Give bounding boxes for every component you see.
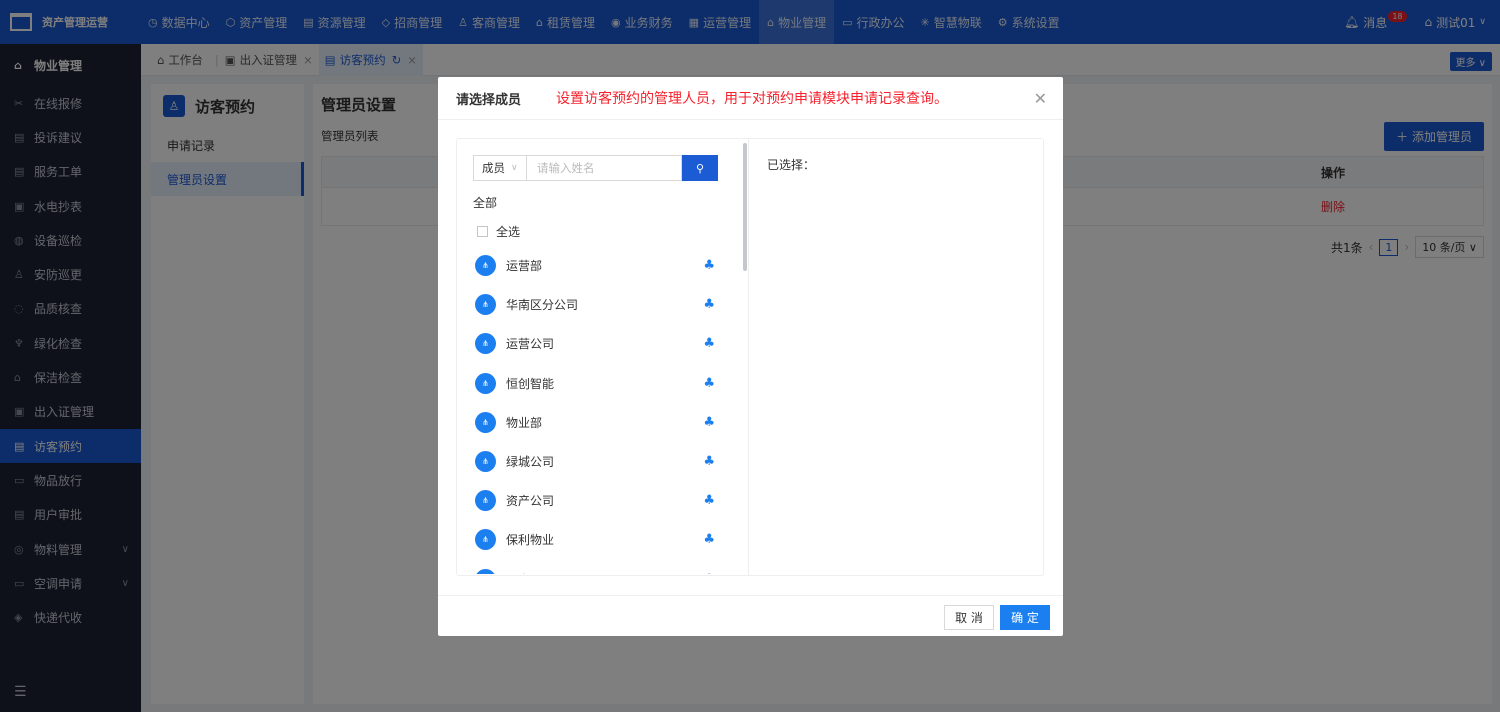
sub-level-icon[interactable]: ♣ bbox=[703, 336, 715, 351]
list-item[interactable]: ⋔罗青♣ bbox=[475, 560, 725, 574]
org-avatar-icon: ⋔ bbox=[475, 451, 496, 473]
org-avatar-icon: ⋔ bbox=[475, 568, 496, 574]
dialog-footer: 取 消 确 定 bbox=[438, 595, 1063, 636]
list-item[interactable]: ⋔ 运营公司 ♣ bbox=[475, 324, 725, 363]
member-select-dialog: 请选择成员 设置访客预约的管理人员，用于对预约申请模块申请记录查询。 ✕ 成员 ∨… bbox=[438, 77, 1063, 636]
cancel-button[interactable]: 取 消 bbox=[944, 605, 994, 630]
sub-level-icon[interactable]: ♣ bbox=[703, 572, 715, 574]
chevron-down-icon: ∨ bbox=[511, 163, 518, 173]
search-scope-select[interactable]: 成员 ∨ bbox=[473, 155, 527, 181]
search-button[interactable]: ⚲ bbox=[682, 155, 718, 181]
member-search: 成员∨ ⚲ bbox=[473, 155, 718, 181]
dialog-note: 设置访客预约的管理人员，用于对预约申请模块申请记录查询。 bbox=[556, 91, 949, 107]
list-item[interactable]: ⋔ 保利物业 ♣ bbox=[475, 520, 725, 559]
sub-level-icon[interactable]: ♣ bbox=[703, 532, 715, 547]
sub-level-icon[interactable]: ♣ bbox=[703, 454, 715, 469]
dialog-title: 请选择成员 bbox=[456, 92, 522, 108]
scrollbar[interactable] bbox=[743, 143, 747, 271]
org-avatar-icon: ⋔ bbox=[475, 490, 496, 512]
breadcrumb-all[interactable]: 全部 bbox=[473, 194, 497, 211]
org-avatar-icon: ⋔ bbox=[475, 255, 496, 277]
member-picker: 成员∨ ⚲ 全部 全选 ⋔运营部♣ ⋔华南区分公司♣ ⋔运营公司♣ ⋔恒创智能♣… bbox=[457, 139, 749, 575]
list-item[interactable]: ⋔ 运营部 ♣ bbox=[475, 246, 725, 285]
sub-level-icon[interactable]: ♣ bbox=[703, 258, 715, 273]
sub-level-icon[interactable]: ♣ bbox=[703, 376, 715, 391]
sub-level-icon[interactable]: ♣ bbox=[703, 297, 715, 312]
org-avatar-icon: ⋔ bbox=[475, 372, 496, 394]
org-avatar-icon: ⋔ bbox=[475, 333, 496, 355]
select-all-checkbox[interactable]: 全选 bbox=[477, 223, 520, 240]
org-avatar-icon: ⋔ bbox=[475, 294, 496, 316]
checkbox-icon bbox=[477, 226, 488, 237]
sub-level-icon[interactable]: ♣ bbox=[703, 493, 715, 508]
confirm-button[interactable]: 确 定 bbox=[1000, 605, 1050, 630]
org-avatar-icon: ⋔ bbox=[475, 411, 496, 433]
org-list: ⋔ 运营部 ♣ ⋔ 华南区分公司 ♣ ⋔ 运营公司 ♣ ⋔ 恒创智能 ♣ ⋔ 物业部 ♣ ⋔ 绿城公司… bbox=[475, 246, 725, 574]
close-icon[interactable]: ✕ bbox=[1034, 89, 1047, 108]
selected-label: 已选择： bbox=[767, 158, 816, 172]
search-icon: ⚲ bbox=[695, 161, 705, 175]
sub-level-icon[interactable]: ♣ bbox=[703, 415, 715, 430]
dialog-body: 成员∨ ⚲ 全部 全选 ⋔运营部♣ ⋔华南区分公司♣ ⋔运营公司♣ ⋔恒创智能♣… bbox=[456, 138, 1044, 576]
list-item[interactable]: ⋔ 恒创智能 ♣ bbox=[475, 364, 725, 403]
list-item[interactable]: ⋔ 华南区分公司 ♣ bbox=[475, 285, 725, 324]
list-item[interactable]: ⋔ 物业部 ♣ bbox=[475, 403, 725, 442]
search-input[interactable] bbox=[527, 155, 682, 181]
org-avatar-icon: ⋔ bbox=[475, 529, 496, 551]
dialog-header: 请选择成员 设置访客预约的管理人员，用于对预约申请模块申请记录查询。 bbox=[438, 77, 1063, 120]
list-item[interactable]: ⋔ 资产公司 ♣ bbox=[475, 481, 725, 520]
list-item[interactable]: ⋔ 绿城公司 ♣ bbox=[475, 442, 725, 481]
selected-panel: 已选择： bbox=[749, 139, 1043, 575]
